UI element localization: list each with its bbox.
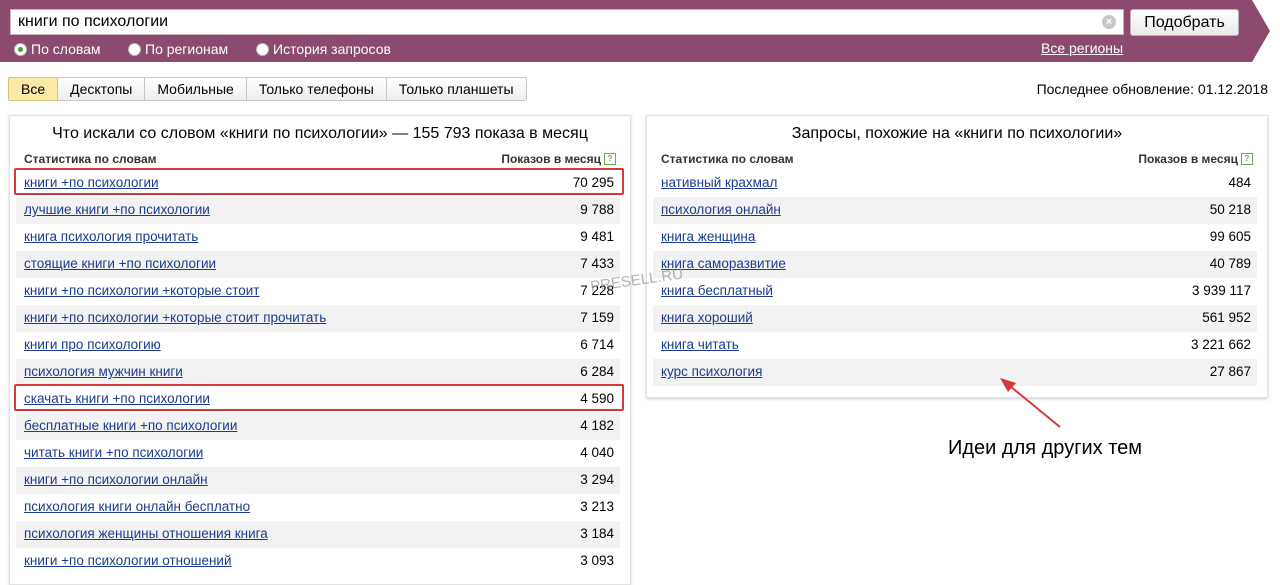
arrow-line	[1004, 381, 1061, 428]
annotation-text: Идеи для других тем	[948, 437, 1143, 459]
annotation-arrow	[1000, 378, 1061, 428]
